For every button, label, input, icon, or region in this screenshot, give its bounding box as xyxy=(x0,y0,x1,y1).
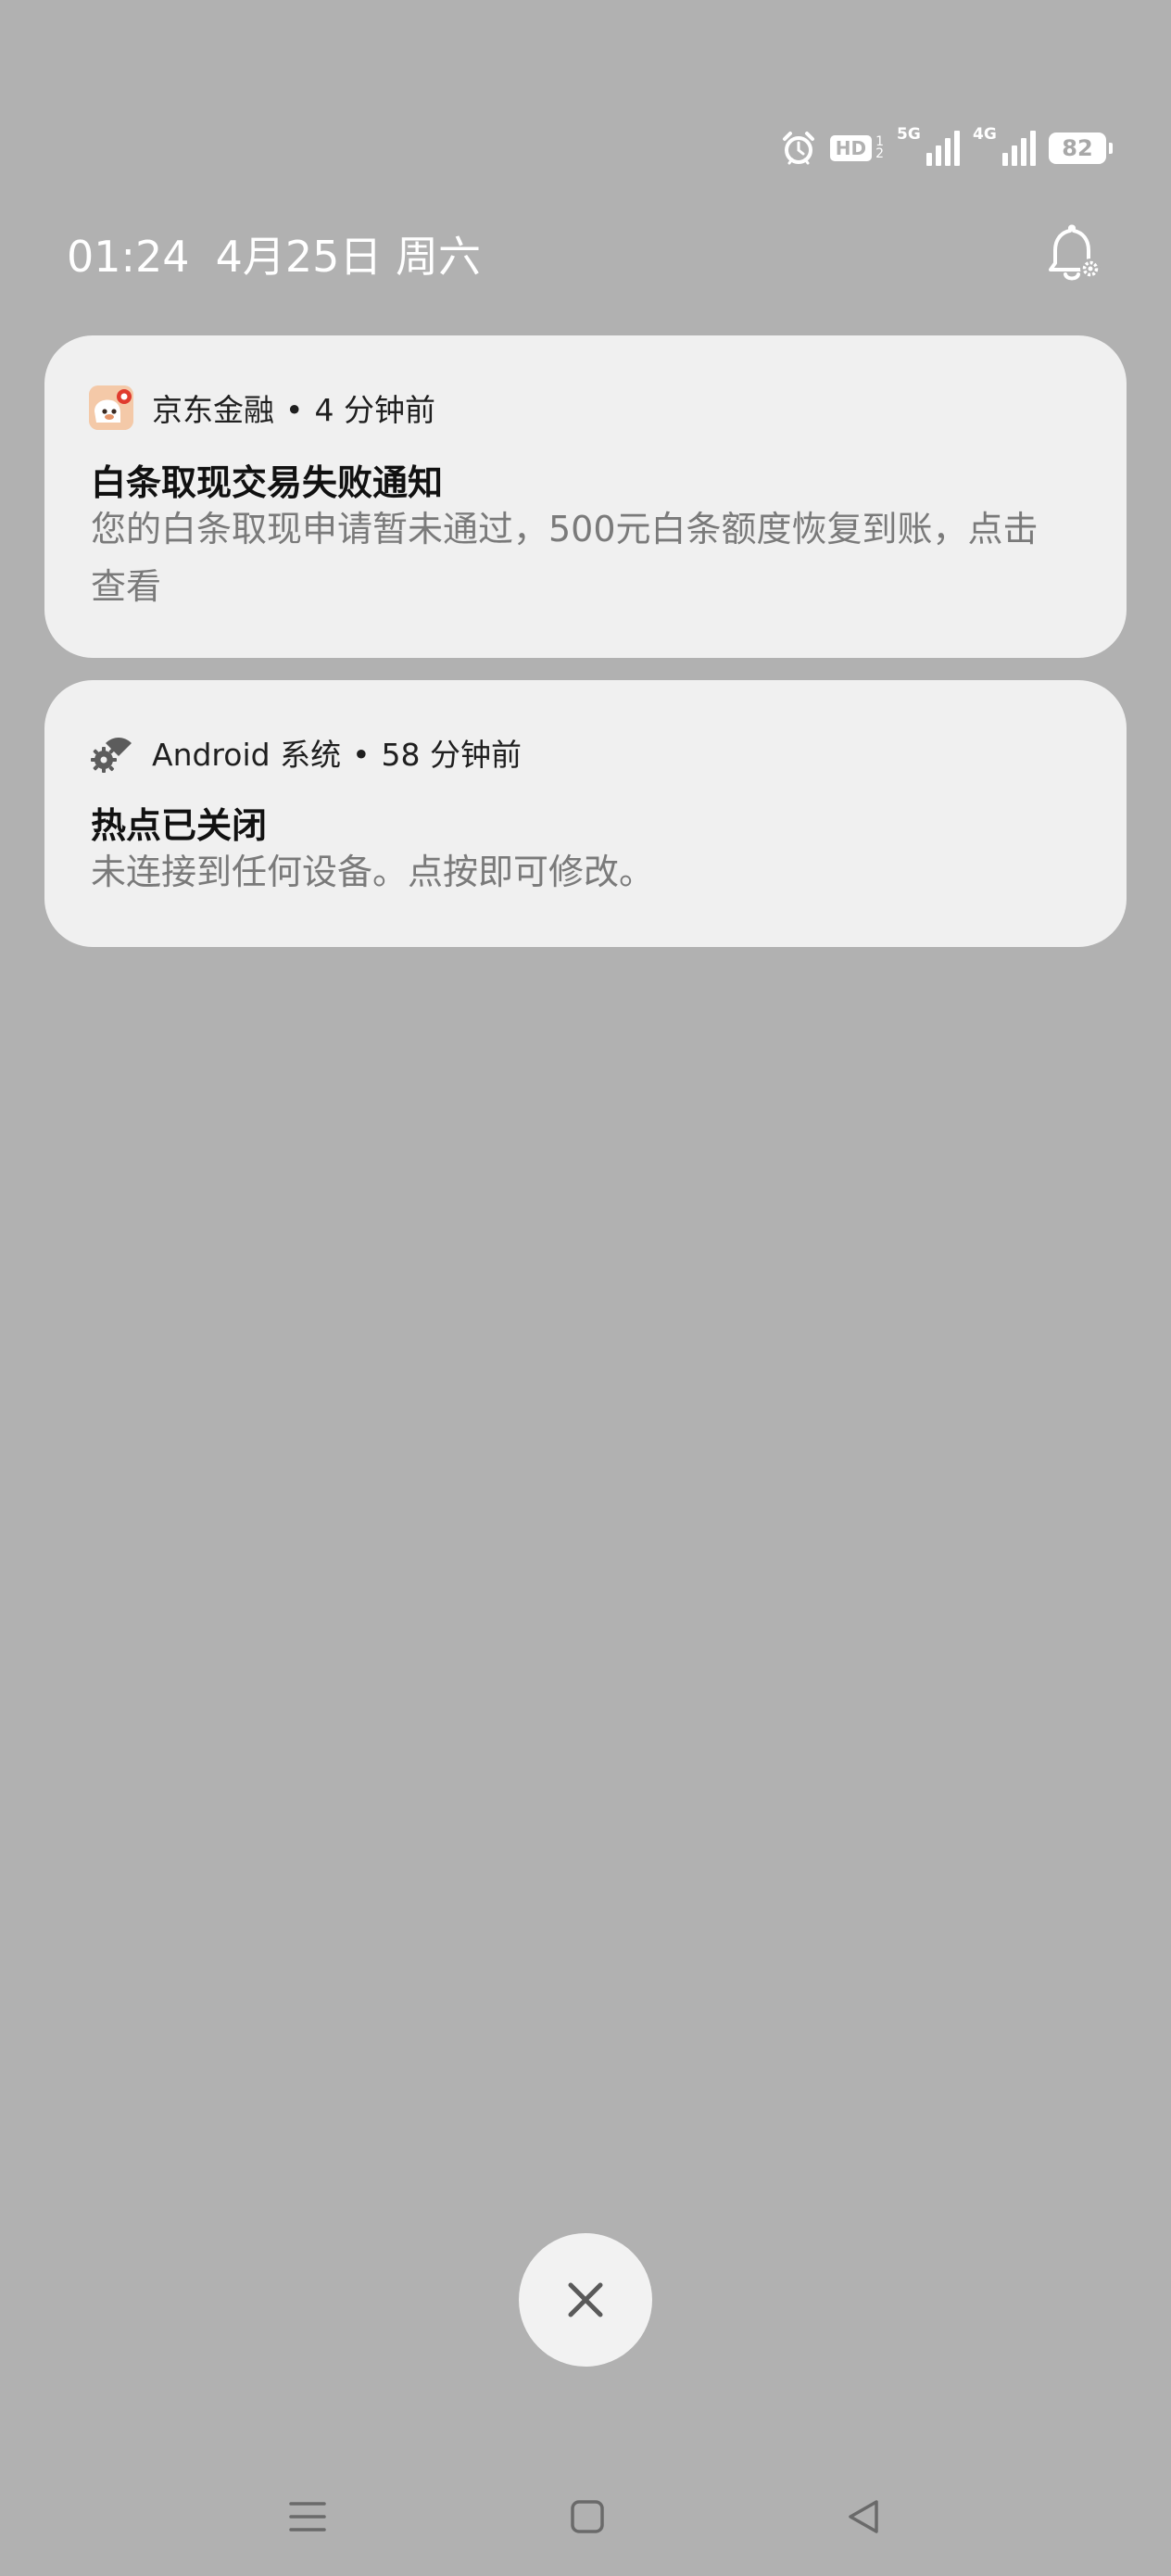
clock-time: 01:24 xyxy=(67,232,190,282)
back-button[interactable] xyxy=(837,2491,889,2543)
menu-button[interactable] xyxy=(282,2491,334,2543)
time-ago: 4 分钟前 xyxy=(314,392,435,428)
notification-title: 白条取现交易失败通知 xyxy=(91,462,444,503)
app-name: 京东金融 xyxy=(152,392,274,428)
notification-body: 未连接到任何设备。点按即可修改。 xyxy=(91,852,655,892)
back-icon xyxy=(849,2500,878,2533)
notification-card[interactable]: 京东金融 • 4 分钟前 白条取现交易失败通知 您的白条取现申请暂未通过，500元白… xyxy=(44,335,1127,658)
signal-4g-icon: 4G xyxy=(973,127,1036,166)
hd-label: HD xyxy=(829,135,873,161)
signal-5g-label: 5G xyxy=(897,125,921,144)
notification-title: 热点已关闭 xyxy=(91,805,268,846)
signal-4g-label: 4G xyxy=(973,125,997,144)
alarm-clock-icon xyxy=(780,130,817,167)
notification-meta: 京东金融 • 4 分钟前 xyxy=(152,385,435,430)
jd-finance-app-icon xyxy=(89,385,133,430)
clear-all-button[interactable] xyxy=(519,2233,652,2367)
signal-5g-icon: 5G xyxy=(897,127,960,166)
battery-icon: 82 xyxy=(1049,133,1113,164)
notification-meta: Android 系统 • 58 分钟前 xyxy=(152,730,522,775)
shade-header: 01:24 4月25日 周六 xyxy=(67,219,1104,289)
home-button[interactable] xyxy=(561,2491,613,2543)
menu-icon xyxy=(289,2502,326,2532)
bell-settings-icon[interactable] xyxy=(1039,221,1104,287)
status-bar: HD 1 2 5G 4G 82 xyxy=(780,126,1113,170)
notification-body: 您的白条取现申请暂未通过，500元白条额度恢复到账，点击查看 xyxy=(91,509,1039,607)
notification-header: Android 系统 • 58 分钟前 xyxy=(89,728,522,777)
hd-fraction: 1 2 xyxy=(875,135,884,161)
meta-separator: • xyxy=(352,737,371,773)
home-icon xyxy=(571,2500,604,2533)
app-name: Android 系统 xyxy=(152,737,342,773)
hd-volte-badge: HD 1 2 xyxy=(829,135,884,161)
hd-fraction-bottom: 2 xyxy=(875,146,884,161)
clock-date: 4月25日 周六 xyxy=(215,232,481,282)
time-ago: 58 分钟前 xyxy=(381,737,523,773)
android-system-settings-icon xyxy=(89,730,133,775)
notification-card[interactable]: Android 系统 • 58 分钟前 热点已关闭 未连接到任何设备。点按即可修改。 xyxy=(44,680,1127,947)
close-icon xyxy=(568,2282,603,2317)
battery-level: 82 xyxy=(1062,135,1093,161)
navigation-bar xyxy=(0,2483,1171,2548)
meta-separator: • xyxy=(285,392,304,428)
date-time: 01:24 4月25日 周六 xyxy=(67,223,481,284)
notification-header: 京东金融 • 4 分钟前 xyxy=(89,384,435,432)
